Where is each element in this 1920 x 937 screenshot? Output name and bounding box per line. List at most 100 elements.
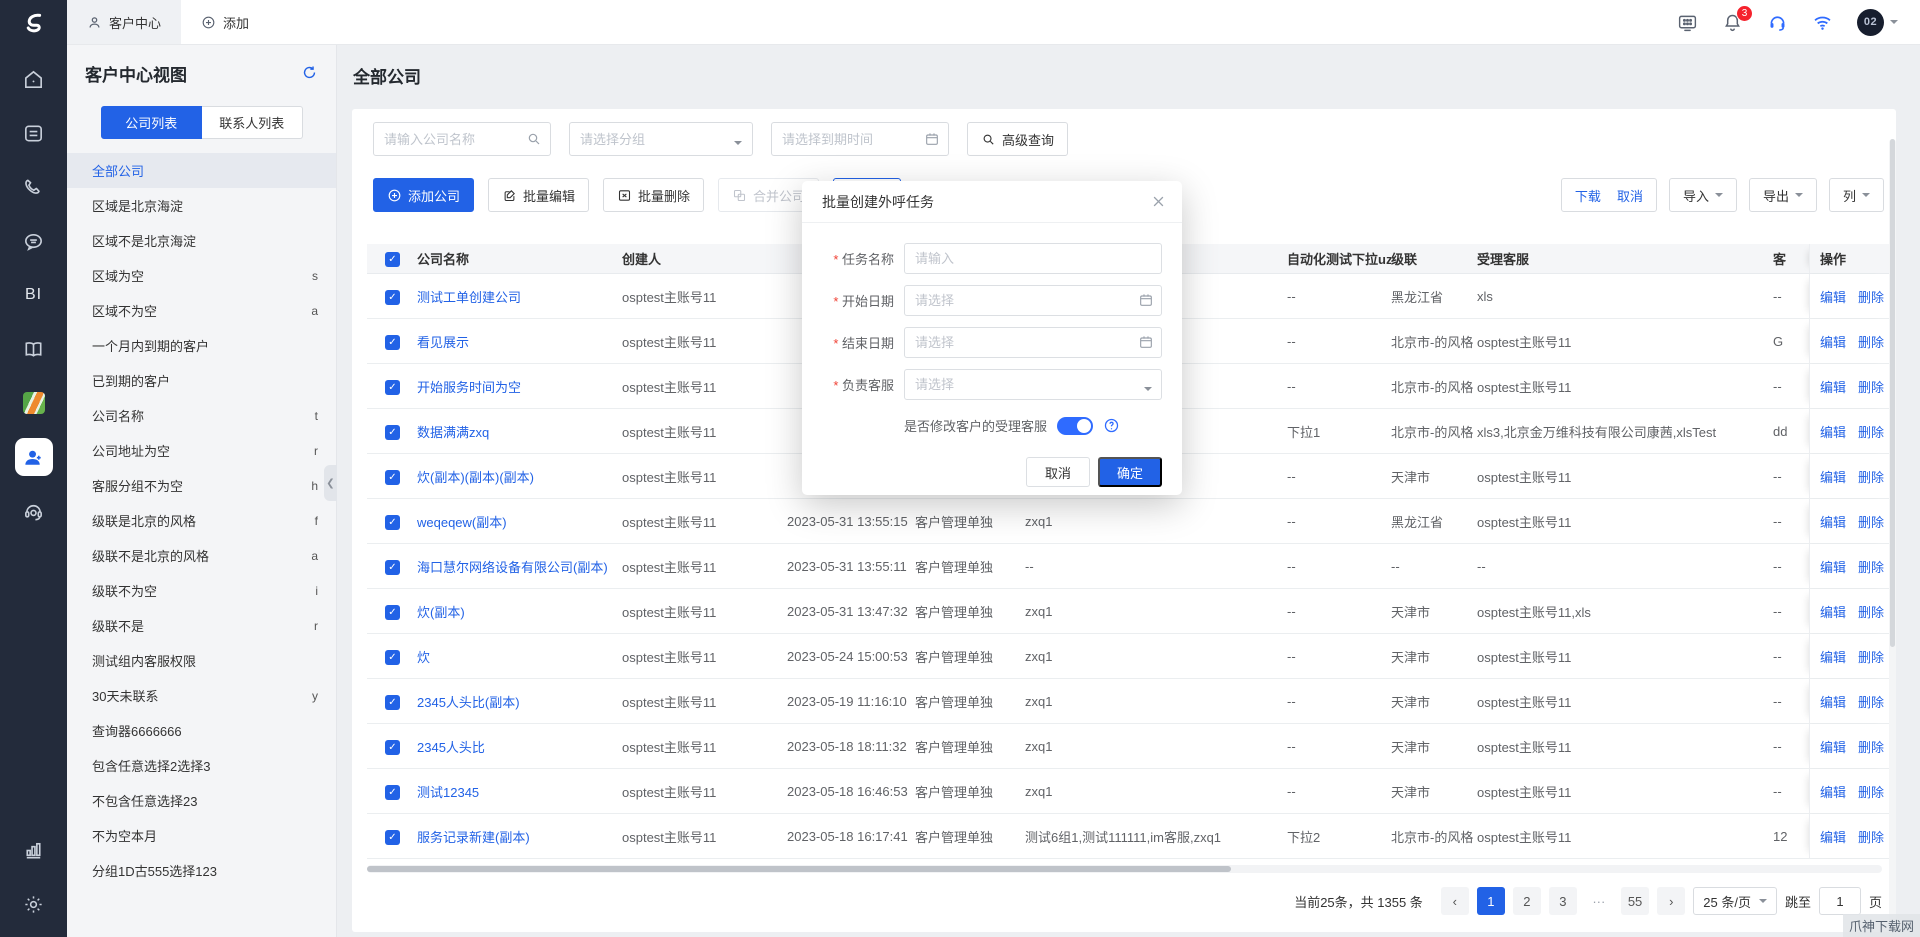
rail-call-icon[interactable] <box>0 160 67 214</box>
nav-view-item[interactable]: 客服分组不为空 h <box>67 468 336 503</box>
nav-view-item[interactable]: 分组1D古555选择123 <box>67 853 336 888</box>
sidebar-collapse-icon[interactable]: ❮ <box>324 465 337 501</box>
delete-link[interactable]: 删除 <box>1858 512 1884 531</box>
row-checkbox[interactable] <box>385 605 400 620</box>
nav-view-item[interactable]: 区域为空 s <box>67 258 336 293</box>
nav-view-item[interactable]: 一个月内到期的客户 <box>67 328 336 363</box>
nav-view-item[interactable]: 全部公司 <box>67 153 336 188</box>
modify-handler-toggle[interactable] <box>1057 417 1093 435</box>
nav-view-item[interactable]: 公司地址为空 r <box>67 433 336 468</box>
nav-view-item[interactable]: 级联是北京的风格 f <box>67 503 336 538</box>
delete-link[interactable]: 删除 <box>1858 827 1884 846</box>
rail-chat-icon[interactable] <box>0 214 67 268</box>
edit-link[interactable]: 编辑 <box>1820 692 1846 711</box>
nav-view-item[interactable]: 级联不是 r <box>67 608 336 643</box>
nav-view-item[interactable]: 已到期的客户 <box>67 363 336 398</box>
row-checkbox[interactable] <box>385 335 400 350</box>
edit-link[interactable]: 编辑 <box>1820 602 1846 621</box>
page-size-select[interactable]: 25 条/页 <box>1693 887 1777 915</box>
edit-link[interactable]: 编辑 <box>1820 647 1846 666</box>
tab-add[interactable]: 添加 <box>181 0 269 44</box>
nav-view-item[interactable]: 区域不为空 a <box>67 293 336 328</box>
dialpad-icon[interactable] <box>1677 12 1698 33</box>
tab-contact-list[interactable]: 联系人列表 <box>202 106 303 139</box>
edit-link[interactable]: 编辑 <box>1820 782 1846 801</box>
row-checkbox[interactable] <box>385 785 400 800</box>
edit-link[interactable]: 编辑 <box>1820 737 1846 756</box>
user-menu[interactable]: 02 <box>1857 9 1898 36</box>
company-name-link[interactable]: 炊 <box>417 647 622 666</box>
company-name-link[interactable]: weqeqew(副本) <box>417 512 622 531</box>
delete-link[interactable]: 删除 <box>1858 602 1884 621</box>
nav-view-item[interactable]: 区域是北京海淀 <box>67 188 336 223</box>
company-name-link[interactable]: 2345人头比 <box>417 737 622 756</box>
rail-home-icon[interactable] <box>0 52 67 106</box>
row-checkbox[interactable] <box>385 290 400 305</box>
delete-link[interactable]: 删除 <box>1858 692 1884 711</box>
row-checkbox[interactable] <box>385 830 400 845</box>
row-checkbox[interactable] <box>385 425 400 440</box>
vertical-scrollbar-thumb[interactable] <box>1890 139 1895 647</box>
edit-link[interactable]: 编辑 <box>1820 377 1846 396</box>
nav-view-item[interactable]: 查询器6666666 <box>67 713 336 748</box>
company-name-input[interactable] <box>373 122 551 156</box>
delete-link[interactable]: 删除 <box>1858 332 1884 351</box>
rail-agent-icon[interactable] <box>0 484 67 538</box>
field-input[interactable] <box>904 369 1162 400</box>
company-name-link[interactable]: 数据满满zxq <box>417 422 622 441</box>
confirm-button[interactable]: 确定 <box>1098 457 1162 487</box>
nav-view-item[interactable]: 不为空本月 <box>67 818 336 853</box>
page-number-button[interactable]: 55 <box>1621 887 1649 915</box>
select-all-checkbox[interactable] <box>385 252 400 267</box>
field-input[interactable] <box>904 327 1162 358</box>
expire-date-input[interactable] <box>771 122 949 156</box>
nav-view-item[interactable]: 级联不为空 i <box>67 573 336 608</box>
delete-link[interactable]: 删除 <box>1858 467 1884 486</box>
add-company-button[interactable]: 添加公司 <box>373 178 474 212</box>
headset-icon[interactable] <box>1767 12 1788 33</box>
next-page-button[interactable]: › <box>1657 887 1685 915</box>
delete-link[interactable]: 删除 <box>1858 557 1884 576</box>
edit-link[interactable]: 编辑 <box>1820 422 1846 441</box>
nav-view-item[interactable]: 包含任意选择2选择3 <box>67 748 336 783</box>
edit-link[interactable]: 编辑 <box>1820 557 1846 576</box>
row-checkbox[interactable] <box>385 740 400 755</box>
tab-company-list[interactable]: 公司列表 <box>101 106 203 139</box>
delete-link[interactable]: 删除 <box>1858 782 1884 801</box>
company-name-link[interactable]: 看见展示 <box>417 332 622 351</box>
rail-settings-icon[interactable] <box>0 877 67 931</box>
field-input[interactable] <box>904 243 1162 274</box>
row-checkbox[interactable] <box>385 560 400 575</box>
edit-link[interactable]: 编辑 <box>1820 512 1846 531</box>
edit-link[interactable]: 编辑 <box>1820 287 1846 306</box>
refresh-icon[interactable] <box>301 64 318 84</box>
download-link[interactable]: 下载 <box>1575 186 1601 205</box>
rail-knowledge-icon[interactable] <box>0 322 67 376</box>
page-number-button[interactable]: 1 <box>1477 887 1505 915</box>
notification-bell-icon[interactable]: 3 <box>1722 12 1743 33</box>
nav-view-item[interactable]: 公司名称 t <box>67 398 336 433</box>
batch-edit-button[interactable]: 批量编辑 <box>488 178 589 212</box>
batch-delete-button[interactable]: 批量删除 <box>603 178 704 212</box>
jump-page-input[interactable] <box>1819 887 1861 915</box>
edit-link[interactable]: 编辑 <box>1820 332 1846 351</box>
import-button[interactable]: 导入 <box>1669 178 1737 212</box>
field-input[interactable] <box>904 285 1162 316</box>
page-number-button[interactable]: 2 <box>1513 887 1541 915</box>
row-checkbox[interactable] <box>385 695 400 710</box>
company-name-link[interactable]: 炊(副本) <box>417 602 622 621</box>
page-number-button[interactable]: 3 <box>1549 887 1577 915</box>
delete-link[interactable]: 删除 <box>1858 737 1884 756</box>
cancel-button[interactable]: 取消 <box>1026 457 1090 487</box>
company-name-link[interactable]: 服务记录新建(副本) <box>417 827 622 846</box>
export-button[interactable]: 导出 <box>1749 178 1817 212</box>
horizontal-scrollbar[interactable] <box>367 865 1882 873</box>
group-select[interactable] <box>569 122 753 156</box>
row-checkbox[interactable] <box>385 470 400 485</box>
horizontal-scrollbar-thumb[interactable] <box>367 866 1231 872</box>
delete-link[interactable]: 删除 <box>1858 422 1884 441</box>
company-name-link[interactable]: 炊(副本)(副本)(副本) <box>417 467 622 486</box>
close-icon[interactable] <box>1151 194 1166 209</box>
wifi-icon[interactable] <box>1812 12 1833 33</box>
row-checkbox[interactable] <box>385 650 400 665</box>
